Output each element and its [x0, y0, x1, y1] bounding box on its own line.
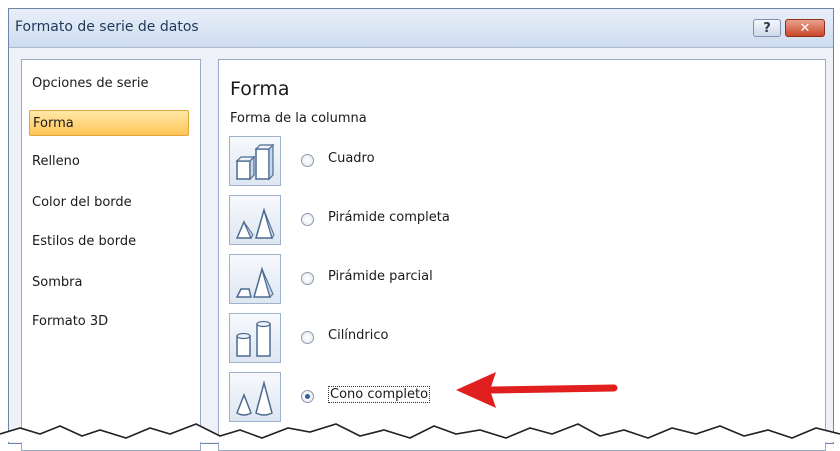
close-icon: ✕	[799, 20, 811, 36]
option-label-cuadro: Cuadro	[328, 151, 375, 166]
box-column-icon[interactable]	[229, 136, 281, 186]
radio-cuadro[interactable]	[301, 154, 314, 167]
sidebar-item-formato-3d[interactable]: Formato 3D	[29, 309, 192, 335]
partial-pyramid-icon[interactable]	[229, 254, 281, 304]
option-label-cilindrico: Cilíndrico	[328, 328, 389, 343]
shape-option-cuadro[interactable]: Cuadro	[229, 136, 729, 188]
radio-cilindrico[interactable]	[301, 331, 314, 344]
subsection-title: Forma de la columna	[230, 111, 367, 126]
sidebar-item-estilos-de-borde[interactable]: Estilos de borde	[29, 229, 192, 255]
sidebar-item-opciones-de-serie[interactable]: Opciones de serie	[29, 71, 192, 97]
shape-option-piramide-parcial[interactable]: Pirámide parcial	[229, 254, 729, 306]
close-button[interactable]: ✕	[785, 19, 825, 37]
help-icon: ?	[763, 20, 771, 36]
sidebar-item-relleno[interactable]: Relleno	[29, 149, 192, 175]
sidebar-item-color-del-borde[interactable]: Color del borde	[29, 190, 192, 216]
option-label-piramide-parcial: Pirámide parcial	[328, 269, 433, 284]
shape-option-cilindrico[interactable]: Cilíndrico	[229, 313, 729, 365]
option-label-piramide-completa: Pirámide completa	[328, 210, 450, 225]
sidebar-item-sombra[interactable]: Sombra	[29, 270, 192, 296]
radio-piramide-parcial[interactable]	[301, 272, 314, 285]
full-pyramid-icon[interactable]	[229, 195, 281, 245]
section-title: Forma	[230, 78, 290, 100]
torn-edge-decoration	[0, 423, 840, 442]
cylinder-icon[interactable]	[229, 313, 281, 363]
format-data-series-dialog: Formato de serie de datos ? ✕ Opciones d…	[8, 8, 834, 451]
window-title: Formato de serie de datos	[15, 19, 199, 35]
title-bar: Formato de serie de datos ? ✕	[9, 9, 833, 48]
radio-cono-completo[interactable]	[301, 390, 314, 403]
sidebar-nav: Opciones de serie Forma Relleno Color de…	[21, 59, 201, 451]
sidebar-item-forma[interactable]: Forma	[29, 110, 189, 136]
shape-option-piramide-completa[interactable]: Pirámide completa	[229, 195, 729, 247]
help-button[interactable]: ?	[753, 19, 781, 37]
option-label-cono-completo: Cono completo	[328, 386, 431, 403]
radio-piramide-completa[interactable]	[301, 213, 314, 226]
